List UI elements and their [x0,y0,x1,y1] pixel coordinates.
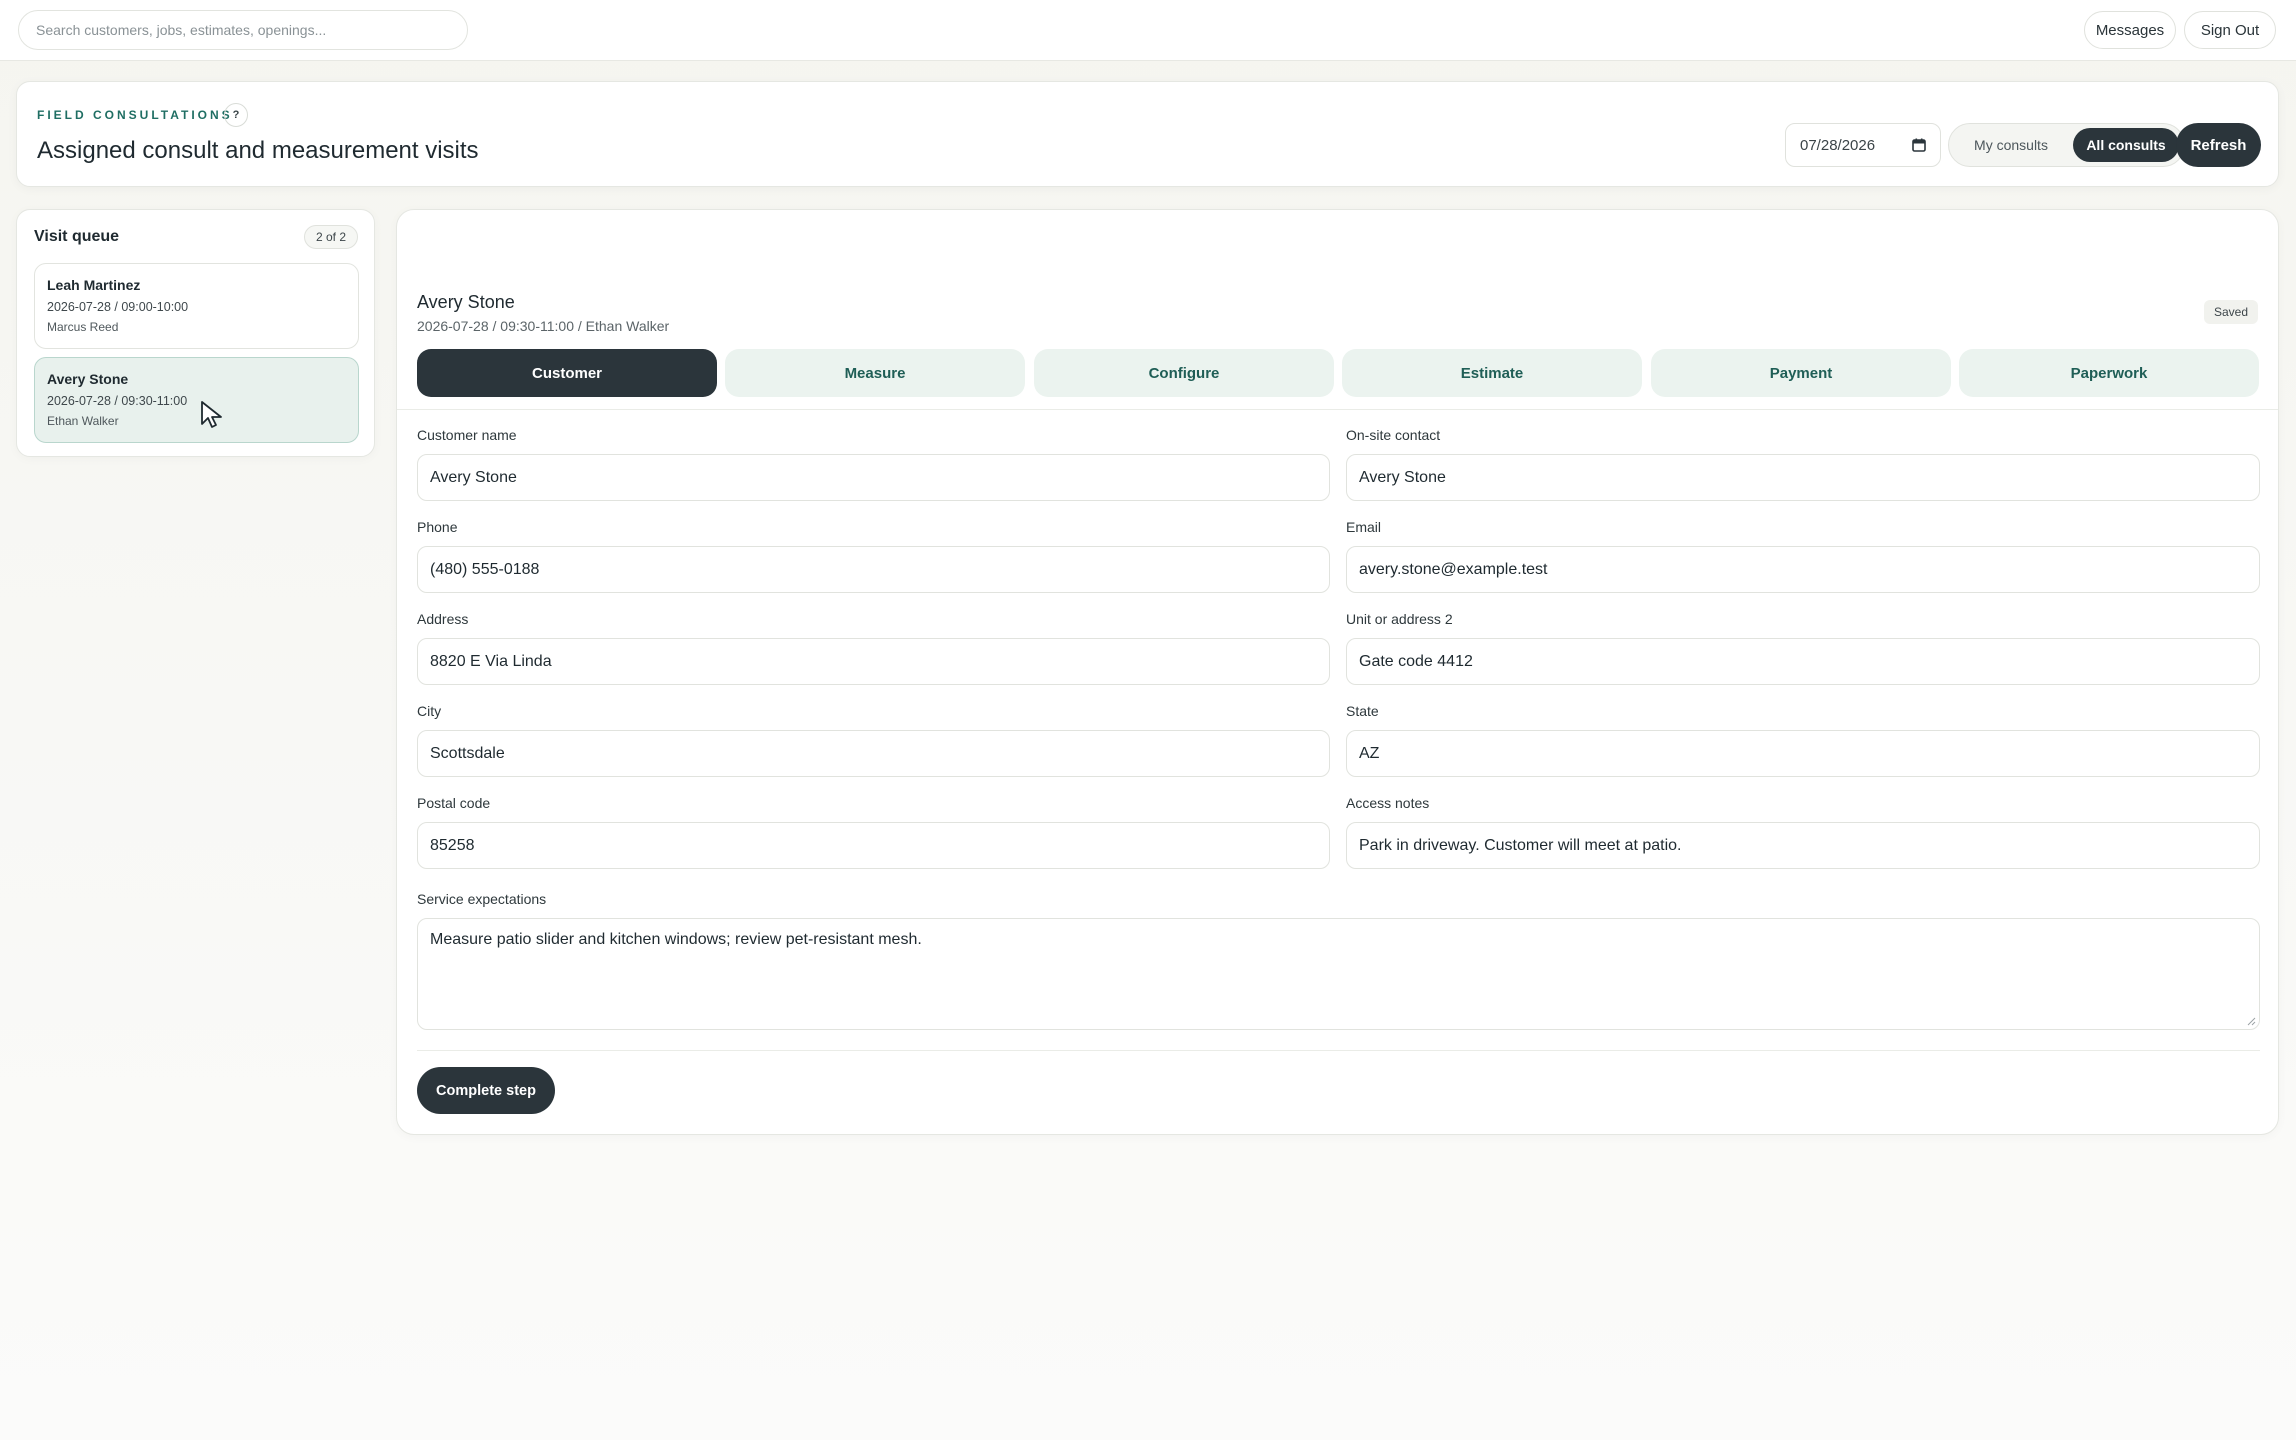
step-tabs: Customer Measure Configure Estimate Paym… [417,349,2260,397]
filter-all-consults[interactable]: All consults [2073,128,2179,162]
complete-step-button[interactable]: Complete step [417,1067,555,1114]
service-expectations-textarea[interactable]: Measure patio slider and kitchen windows… [417,918,2260,1030]
queue-item-staff: Marcus Reed [47,320,119,334]
tab-customer[interactable]: Customer [417,349,717,397]
queue-item-name: Avery Stone [47,371,129,387]
customer-name-label: Customer name [417,427,517,443]
tab-measure[interactable]: Measure [725,349,1025,397]
phone-input[interactable] [417,546,1330,593]
tabs-divider [397,409,2278,410]
search-input[interactable] [18,10,468,50]
date-value: 07/28/2026 [1800,136,1876,154]
page-title: Assigned consult and measurement visits [37,137,479,164]
queue-item-staff: Ethan Walker [47,414,119,428]
filter-my-consults[interactable]: My consults [1955,128,2067,162]
tab-payment[interactable]: Payment [1651,349,1951,397]
queue-title: Visit queue [34,228,120,245]
access-notes-label: Access notes [1346,795,1430,811]
access-notes-input[interactable] [1346,822,2260,869]
customer-heading: Avery Stone [417,292,515,312]
mouse-cursor-icon [201,401,222,428]
visit-subtitle: 2026-07-28 / 09:30-11:00 / Ethan Walker [417,318,670,334]
tab-paperwork[interactable]: Paperwork [1959,349,2259,397]
queue-item-time: 2026-07-28 / 09:00-10:00 [47,300,189,314]
email-input[interactable] [1346,546,2260,593]
address2-input[interactable] [1346,638,2260,685]
queue-item-leah-martinez[interactable]: Leah Martinez 2026-07-28 / 09:00-10:00 M… [34,263,359,349]
onsite-contact-input[interactable] [1346,454,2260,501]
address-input[interactable] [417,638,1330,685]
form-footer-divider [417,1050,2260,1051]
address-label: Address [417,611,469,627]
resize-handle-icon[interactable] [2246,1016,2256,1026]
date-picker[interactable]: 07/28/2026 [1785,123,1941,167]
consult-filter-toggle: My consults All consults [1948,123,2185,167]
queue-item-time: 2026-07-28 / 09:30-11:00 [47,394,188,408]
customer-name-input[interactable] [417,454,1330,501]
queue-item-avery-stone[interactable]: Avery Stone 2026-07-28 / 09:30-11:00 Eth… [34,357,359,443]
tab-estimate[interactable]: Estimate [1342,349,1642,397]
page-header: FIELD CONSULTATIONS ? Assigned consult a… [16,81,2279,187]
email-label: Email [1346,519,1382,535]
state-input[interactable] [1346,730,2260,777]
visit-queue: Visit queue 2 of 2 Leah Martinez 2026-07… [16,209,375,457]
refresh-button[interactable]: Refresh [2176,123,2261,167]
service-expectations-label: Service expectations [417,891,547,907]
phone-label: Phone [417,519,458,535]
top-bar: Messages Sign Out [0,0,2296,61]
postal-code-input[interactable] [417,822,1330,869]
section-eyebrow: FIELD CONSULTATIONS [37,108,233,122]
state-label: State [1346,703,1379,719]
queue-count-badge: 2 of 2 [303,225,358,249]
tab-configure[interactable]: Configure [1034,349,1334,397]
city-label: City [417,703,442,719]
sign-out-button[interactable]: Sign Out [2184,11,2276,49]
queue-item-name: Leah Martinez [47,277,141,293]
consult-detail-panel: Avery Stone 2026-07-28 / 09:30-11:00 / E… [396,209,2279,1135]
onsite-contact-label: On-site contact [1346,427,1441,443]
messages-button[interactable]: Messages [2084,11,2176,49]
save-status-badge: Saved [2203,300,2258,324]
calendar-icon[interactable] [1912,138,1926,152]
city-input[interactable] [417,730,1330,777]
address2-label: Unit or address 2 [1346,611,1453,627]
help-icon[interactable]: ? [224,103,248,127]
postal-code-label: Postal code [417,795,491,811]
